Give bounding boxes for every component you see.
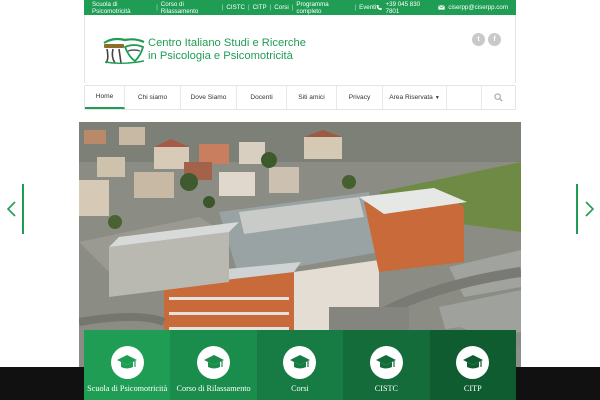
site-title-line1: Centro Italiano Studi e Ricerche	[148, 37, 306, 49]
tile-label: Scuola di Psicomotricità	[87, 384, 168, 393]
site-title-line2: in Psicologia e Psicomotricità	[148, 49, 293, 62]
social-links: t f	[472, 33, 501, 46]
nav-item-chi-siamo[interactable]: Chi siamo	[125, 86, 181, 109]
top-link-rilassamento[interactable]: Corso di Rilassamento	[161, 1, 219, 15]
tile-icon-circle	[110, 346, 144, 379]
graduation-cap-icon	[117, 354, 138, 368]
contacts: +39 045 830 7801 ciserpp@ciserpp.com	[376, 1, 508, 15]
tile-icon-circle	[197, 346, 231, 379]
site-logo[interactable]	[101, 35, 147, 65]
search-icon	[494, 93, 503, 102]
separator: |	[156, 4, 158, 11]
site-header: Centro Italiano Studi e Ricerche in Psic…	[84, 15, 516, 83]
graduation-cap-icon	[203, 354, 224, 368]
tile-icon-circle	[283, 346, 317, 379]
nav-item-area-riservata[interactable]: Area Riservata ▼	[383, 86, 447, 109]
nav-search[interactable]	[481, 86, 515, 109]
top-link-programma[interactable]: Programma completo	[296, 1, 351, 15]
phone-number: +39 045 830 7801	[385, 0, 421, 15]
tile-icon-circle	[369, 346, 403, 379]
top-bar: Scuola di Psicomotricità | Corso di Rilas…	[84, 0, 516, 15]
top-link-citp[interactable]: CITP	[253, 4, 267, 11]
separator: |	[269, 4, 272, 11]
chevron-down-icon: ▼	[434, 94, 440, 101]
tile-label: CISTC	[374, 384, 398, 393]
tile-corsi[interactable]: Corsi	[256, 330, 344, 400]
graduation-cap-icon	[376, 354, 397, 368]
tile-label: Corsi	[291, 384, 309, 393]
separator: |	[247, 4, 250, 11]
graduation-cap-icon	[289, 354, 310, 368]
feature-tiles: Scuola di Psicomotricità Corso di Rilass…	[84, 330, 516, 400]
nav-item-home[interactable]: Home	[85, 86, 125, 109]
top-link-cistc[interactable]: CISTC	[226, 4, 245, 11]
top-link-corsi[interactable]: Corsi	[274, 4, 288, 11]
tile-label: CITP	[463, 384, 482, 393]
nav-item-siti-amici[interactable]: Siti amici	[287, 86, 337, 109]
tile-scuola-psicomotricita[interactable]: Scuola di Psicomotricità	[84, 330, 171, 400]
tile-label: Corso di Rilassamento	[176, 384, 251, 393]
separator: |	[221, 4, 224, 11]
phone-icon	[376, 4, 382, 11]
separator: |	[354, 4, 357, 11]
nav-label: Privacy	[348, 94, 371, 101]
site-title[interactable]: Centro Italiano Studi e Ricerche in Psic…	[148, 37, 306, 62]
tile-icon-circle	[456, 346, 490, 379]
email-contact[interactable]: ciserpp@ciserpp.com	[438, 4, 508, 11]
top-links: Scuola di Psicomotricità | Corso di Rilas…	[92, 1, 376, 15]
main-nav: Home Chi siamo Dove Siamo Docenti Siti a…	[84, 85, 516, 110]
chevron-left-icon	[6, 201, 16, 217]
slider-next-button[interactable]	[576, 184, 600, 234]
tile-cistc[interactable]: CISTC	[343, 330, 430, 400]
top-link-scuola[interactable]: Scuola di Psicomotricità	[92, 1, 153, 15]
tile-corso-rilassamento[interactable]: Corso di Rilassamento	[170, 330, 257, 400]
nav-item-docenti[interactable]: Docenti	[237, 86, 287, 109]
nav-label: Area Riservata	[389, 94, 433, 101]
tile-citp[interactable]: CITP	[429, 330, 516, 400]
graduation-cap-icon	[462, 354, 483, 368]
chevron-right-icon	[584, 201, 594, 217]
phone-contact[interactable]: +39 045 830 7801	[376, 1, 430, 15]
top-link-eventi[interactable]: Eventi	[359, 4, 376, 11]
nav-label: Chi siamo	[137, 94, 168, 101]
slider-prev-button[interactable]	[0, 184, 24, 234]
nav-label: Home	[95, 93, 114, 100]
email-address: ciserpp@ciserpp.com	[448, 4, 508, 11]
nav-label: Docenti	[250, 94, 273, 101]
envelope-icon	[438, 5, 446, 10]
nav-label: Dove Siamo	[190, 94, 227, 101]
nav-item-privacy[interactable]: Privacy	[337, 86, 383, 109]
twitter-icon[interactable]: t	[472, 33, 485, 46]
nav-item-dove-siamo[interactable]: Dove Siamo	[181, 86, 237, 109]
facebook-icon[interactable]: f	[488, 33, 501, 46]
separator: |	[291, 4, 294, 11]
nav-label: Siti amici	[298, 94, 325, 101]
